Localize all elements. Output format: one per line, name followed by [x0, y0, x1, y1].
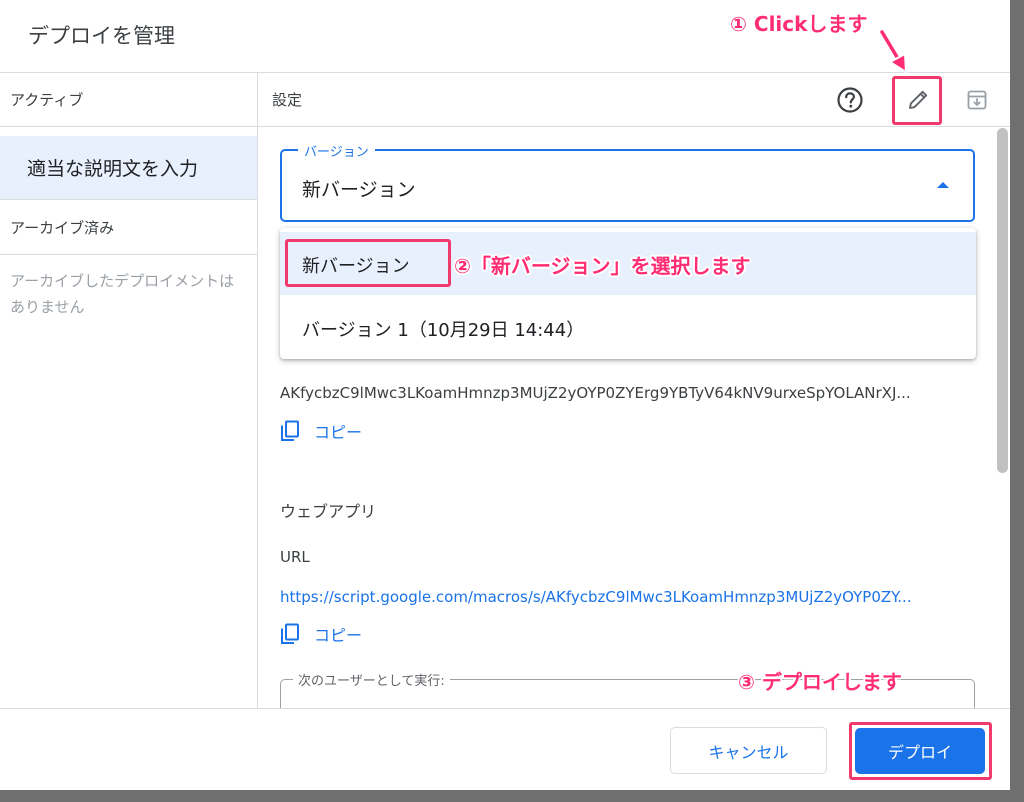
sidebar-item-active-deployment[interactable]: 適当な説明文を入力: [0, 136, 257, 199]
copy-label: コピー: [314, 626, 363, 645]
copy-icon: [281, 623, 299, 644]
arrow-icon: [878, 28, 907, 73]
settings-label: 設定: [272, 91, 303, 109]
webapp-url-link[interactable]: https://script.google.com/macros/s/AKfyc…: [280, 588, 970, 606]
cancel-button[interactable]: キャンセル: [670, 727, 827, 774]
copy-url-button[interactable]: コピー: [280, 622, 362, 646]
archived-heading: アーカイブ済み: [10, 219, 115, 237]
annotation-step-3: ③ デプロイします: [738, 670, 902, 694]
copy-label: コピー: [314, 423, 363, 442]
subheader-divider: [0, 126, 1010, 127]
version-select-value: 新バージョン: [302, 179, 416, 201]
deployment-id: AKfycbzC9lMwc3LKoamHmnzp3MUjZ2yOYP0ZYErg…: [280, 384, 911, 402]
version-select[interactable]: バージョン 新バージョン: [280, 141, 975, 222]
caret-up-icon: [937, 182, 949, 188]
dialog-title: デプロイを管理: [28, 24, 175, 48]
version-select-label: バージョン: [298, 141, 375, 160]
archived-empty-message: アーカイブしたデプロイメントはありません: [10, 272, 235, 316]
annotation-step-2: ②「新バージョン」を選択します: [454, 254, 751, 278]
annotation-step-1: ① Clickします: [730, 12, 868, 36]
version-option-1[interactable]: バージョン 1（10月29日 14:44）: [280, 296, 976, 359]
sidebar-item-divider: [0, 199, 257, 200]
sidebar-divider: [257, 72, 258, 708]
help-circle-icon[interactable]: [835, 85, 865, 115]
archived-divider: [0, 254, 257, 255]
webapp-section-title: ウェブアプリ: [280, 502, 377, 521]
url-label: URL: [280, 548, 310, 566]
highlight-edit-icon: [892, 76, 942, 125]
header-divider: [0, 72, 1010, 73]
active-heading: アクティブ: [10, 91, 84, 109]
sidebar-item-label: 適当な説明文を入力: [27, 158, 199, 180]
execute-as-label: 次のユーザーとして実行:: [293, 670, 450, 689]
highlight-deploy-button: [849, 722, 992, 780]
scrollbar-thumb[interactable]: [997, 128, 1008, 473]
highlight-new-version-option: [285, 239, 451, 287]
archive-icon[interactable]: [962, 85, 992, 115]
copy-icon: [281, 420, 299, 441]
copy-deployment-id-button[interactable]: コピー: [280, 419, 362, 443]
version-option-label: バージョン 1（10月29日 14:44）: [302, 320, 585, 341]
